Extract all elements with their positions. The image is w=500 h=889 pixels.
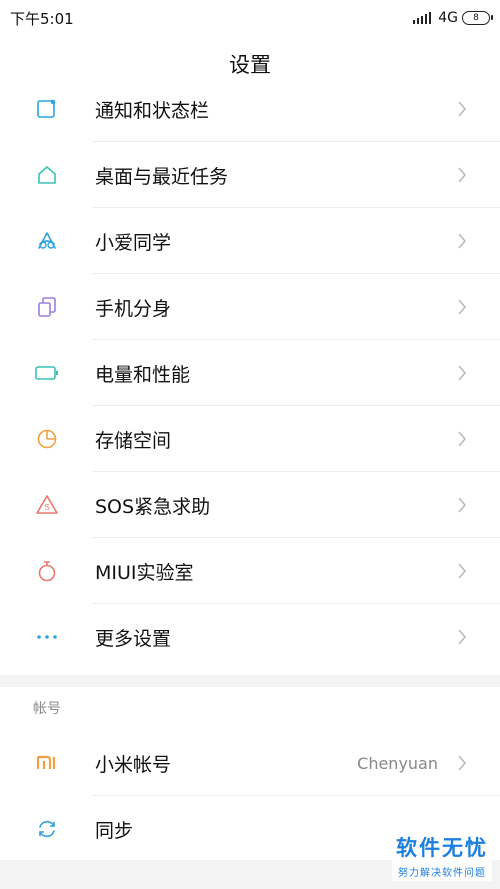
storage-pie-icon xyxy=(33,425,61,453)
xiaoai-icon xyxy=(33,227,61,255)
settings-item-label: 小爱同学 xyxy=(95,231,172,254)
settings-item-label: 同步 xyxy=(95,819,134,842)
battery-level: 8 xyxy=(473,12,479,23)
settings-item-label: SOS紧急求助 xyxy=(95,495,211,518)
mi-logo-icon xyxy=(33,749,61,777)
chevron-right-icon xyxy=(454,626,470,648)
settings-item-label: 电量和性能 xyxy=(95,363,191,386)
sync-icon xyxy=(33,815,61,843)
watermark: 软件无忧 努力解决软件问题 xyxy=(392,830,492,881)
home-icon xyxy=(33,161,61,189)
settings-item-sos[interactable]: S SOS紧急求助 xyxy=(0,472,500,538)
chevron-right-icon xyxy=(454,752,470,774)
settings-item-label: 桌面与最近任务 xyxy=(95,165,229,188)
sos-icon: S xyxy=(33,491,61,519)
settings-list: 通知和状态栏 桌面与最近任务 小爱同学 手机分身 电量和性能 存储空间 S SO… xyxy=(0,76,500,670)
more-dots-icon xyxy=(33,623,61,651)
account-username: Chenyuan xyxy=(357,753,438,773)
lab-flask-icon xyxy=(33,557,61,585)
chevron-right-icon xyxy=(454,296,470,318)
status-time: 下午5:01 xyxy=(10,9,74,28)
notification-icon xyxy=(33,95,61,123)
second-space-icon xyxy=(33,293,61,321)
watermark-title: 软件无忧 xyxy=(396,836,488,860)
battery-icon: 8 xyxy=(462,11,493,25)
settings-item-label: 更多设置 xyxy=(95,627,172,650)
settings-item-label: 存储空间 xyxy=(95,429,172,452)
settings-item-label: 手机分身 xyxy=(95,297,172,320)
settings-item-label: 小米帐号 xyxy=(95,753,172,776)
settings-item-label: MIUI实验室 xyxy=(95,561,194,584)
settings-item-label: 通知和状态栏 xyxy=(95,99,210,122)
settings-item-second-space[interactable]: 手机分身 xyxy=(0,274,500,340)
chevron-right-icon xyxy=(454,428,470,450)
settings-item-more[interactable]: 更多设置 xyxy=(0,604,500,670)
status-bar: 下午5:01 4G 8 xyxy=(0,0,500,36)
settings-item-xiaoai[interactable]: 小爱同学 xyxy=(0,208,500,274)
section-separator xyxy=(0,675,500,687)
chevron-right-icon xyxy=(454,560,470,582)
chevron-right-icon xyxy=(454,494,470,516)
signal-icon xyxy=(413,12,432,24)
chevron-right-icon xyxy=(454,230,470,252)
settings-item-desktop[interactable]: 桌面与最近任务 xyxy=(0,142,500,208)
settings-item-notifications[interactable]: 通知和状态栏 xyxy=(0,76,500,142)
chevron-right-icon xyxy=(454,362,470,384)
svg-text:S: S xyxy=(44,503,49,512)
network-type: 4G xyxy=(438,10,458,26)
status-indicators: 4G 8 xyxy=(413,10,493,26)
chevron-right-icon xyxy=(454,164,470,186)
settings-item-battery[interactable]: 电量和性能 xyxy=(0,340,500,406)
chevron-right-icon xyxy=(454,98,470,120)
section-header-account: 帐号 xyxy=(33,701,61,717)
settings-item-storage[interactable]: 存储空间 xyxy=(0,406,500,472)
battery-icon xyxy=(33,359,61,387)
settings-item-miui-lab[interactable]: MIUI实验室 xyxy=(0,538,500,604)
watermark-subtitle: 努力解决软件问题 xyxy=(398,868,486,879)
settings-item-mi-account[interactable]: 小米帐号 Chenyuan xyxy=(0,730,500,796)
